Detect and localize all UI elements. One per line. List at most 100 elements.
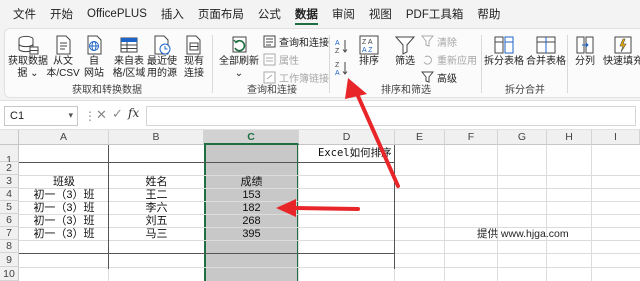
row-header-6[interactable]: 6 xyxy=(0,214,19,227)
tab-data[interactable]: 数据 xyxy=(288,0,325,28)
tab-view[interactable]: 视图 xyxy=(362,0,399,28)
filter-button[interactable]: 筛选 xyxy=(391,32,419,84)
tab-pdf-toolbox[interactable]: PDF工具箱 xyxy=(399,0,471,28)
flash-fill-label: 快速填充 xyxy=(603,56,640,67)
cell-score[interactable]: 182 xyxy=(204,202,299,215)
tab-officeplus[interactable]: OfficePLUS xyxy=(80,0,154,28)
row-header-7[interactable]: 7 xyxy=(0,227,19,240)
split-table-button[interactable]: 拆分表格 xyxy=(484,32,524,84)
tab-help[interactable]: 帮助 xyxy=(470,0,507,28)
queries-icon xyxy=(263,35,276,47)
cell-name[interactable]: 李六 xyxy=(109,202,204,215)
group-label-queries: 查询和连接 xyxy=(247,85,297,96)
sort-button[interactable]: Z AA Z 排序 xyxy=(353,32,385,84)
column-header-a[interactable]: A xyxy=(19,130,109,145)
spreadsheet-grid[interactable]: A B C D E F G H I 1 2 3 4 5 6 7 8 9 10 E… xyxy=(0,130,640,281)
group-divider xyxy=(212,35,213,93)
from-web-button[interactable]: 自 网站 xyxy=(81,32,107,84)
row-header-5[interactable]: 5 xyxy=(0,201,19,214)
reapply-button[interactable]: 重新应用 xyxy=(421,51,477,67)
cell-score[interactable]: 395 xyxy=(204,228,299,241)
cancel-icon[interactable]: ✕ xyxy=(96,107,107,123)
chevron-down-icon[interactable]: ▾ xyxy=(68,110,73,121)
column-header-h[interactable]: H xyxy=(547,130,592,145)
row-header-8[interactable]: 8 xyxy=(0,240,19,253)
existing-connection-icon xyxy=(186,35,201,55)
queries-connections-button[interactable]: 查询和连接 xyxy=(263,33,329,49)
ribbon-panel: 获取数据 据 ⌄ 从文 本/CSV 自 网站 来自表 格/区域 最近使 用的源 … xyxy=(4,28,640,98)
column-header-g[interactable]: G xyxy=(498,130,547,145)
merge-table-label: 合并表格 xyxy=(526,56,566,67)
cell-score[interactable]: 153 xyxy=(204,189,299,202)
menu-bar: 文件 开始 OfficePLUS 插入 页面布局 公式 数据 审阅 视图 PDF… xyxy=(0,0,640,28)
tab-home[interactable]: 开始 xyxy=(43,0,80,28)
text-to-columns-icon xyxy=(576,36,594,54)
row-header-2[interactable]: 2 xyxy=(0,162,19,175)
column-header-i[interactable]: I xyxy=(592,130,640,145)
cell-d1-title[interactable]: Excel如何排序 xyxy=(318,147,392,160)
properties-button[interactable]: 属性 xyxy=(263,51,299,67)
from-text-csv-button[interactable]: 从文 本/CSV xyxy=(46,32,80,84)
tab-review[interactable]: 审阅 xyxy=(325,0,362,28)
tab-page-layout[interactable]: 页面布局 xyxy=(191,0,251,28)
gridline xyxy=(546,145,547,281)
cell-class[interactable]: 初一（3）班 xyxy=(19,228,109,241)
queries-connections-label: 查询和连接 xyxy=(279,37,329,49)
cell-class[interactable]: 初一（3）班 xyxy=(19,189,109,202)
from-web-label: 自 xyxy=(89,56,99,67)
column-header-b[interactable]: B xyxy=(109,130,204,145)
cell-class[interactable]: 初一（3）班 xyxy=(19,215,109,228)
column-header-d[interactable]: D xyxy=(299,130,395,145)
insert-function-icon[interactable]: fx xyxy=(128,106,139,120)
column-header-e[interactable]: E xyxy=(395,130,445,145)
sort-ascending-button[interactable]: AZ xyxy=(335,37,352,55)
more-dots-icon: ⋮ xyxy=(84,109,96,123)
group-label-split-merge: 拆分合并 xyxy=(505,85,545,96)
sort-icon: Z AA Z xyxy=(359,35,379,55)
clear-filter-button[interactable]: 清除 xyxy=(421,33,457,49)
enter-icon[interactable]: ✓ xyxy=(112,106,123,122)
refresh-all-label: 全部刷新 xyxy=(219,56,259,67)
table-border xyxy=(19,253,395,254)
cell-score[interactable]: 268 xyxy=(204,215,299,228)
from-table-sub: 格/区域 xyxy=(112,68,146,79)
cell-header-score[interactable]: 成绩 xyxy=(204,176,299,189)
cell-class[interactable]: 初一（3）班 xyxy=(19,202,109,215)
cell-name[interactable]: 刘五 xyxy=(109,215,204,228)
row-header-3[interactable]: 3 xyxy=(0,175,19,188)
formula-input[interactable] xyxy=(146,106,636,126)
svg-text:A: A xyxy=(335,40,340,47)
flash-fill-button[interactable]: 快速填充 xyxy=(603,32,640,84)
svg-text:Z: Z xyxy=(335,48,340,54)
tab-insert[interactable]: 插入 xyxy=(154,0,191,28)
recent-sources-button[interactable]: 最近使 用的源 xyxy=(147,32,177,84)
tab-file[interactable]: 文件 xyxy=(6,0,43,28)
tab-formulas[interactable]: 公式 xyxy=(251,0,288,28)
text-to-columns-button[interactable]: 分列 xyxy=(571,32,599,84)
refresh-all-button[interactable]: 全部刷新 ⌄ xyxy=(217,32,261,84)
cell-name[interactable]: 马三 xyxy=(109,228,204,241)
sort-descending-button[interactable]: ZA xyxy=(335,59,352,77)
column-header-f[interactable]: F xyxy=(445,130,498,145)
row-header-10[interactable]: 10 xyxy=(0,267,19,281)
select-all-corner[interactable] xyxy=(0,130,19,145)
gridline xyxy=(497,145,498,281)
cell-name[interactable]: 王二 xyxy=(109,189,204,202)
group-divider xyxy=(567,35,568,93)
cell-header-class[interactable]: 班级 xyxy=(19,176,109,189)
row-header-4[interactable]: 4 xyxy=(0,188,19,201)
name-box[interactable]: C1 ▾ xyxy=(4,106,78,126)
refresh-all-sub: ⌄ xyxy=(234,68,244,79)
reapply-label: 重新应用 xyxy=(437,55,477,67)
existing-connections-button[interactable]: 现有 连接 xyxy=(181,32,207,84)
recent-sources-label: 最近使 xyxy=(147,56,177,67)
from-table-range-button[interactable]: 来自表 格/区域 xyxy=(111,32,147,84)
row-header-9[interactable]: 9 xyxy=(0,253,19,267)
web-icon xyxy=(87,35,102,55)
row-header-1[interactable]: 1 xyxy=(0,145,19,166)
merge-table-button[interactable]: 合并表格 xyxy=(526,32,566,84)
cell-header-name[interactable]: 姓名 xyxy=(109,176,204,189)
from-web-sub: 网站 xyxy=(84,68,104,79)
column-header-c[interactable]: C xyxy=(204,130,299,145)
get-data-button[interactable]: 获取数据 据 ⌄ xyxy=(8,32,48,84)
